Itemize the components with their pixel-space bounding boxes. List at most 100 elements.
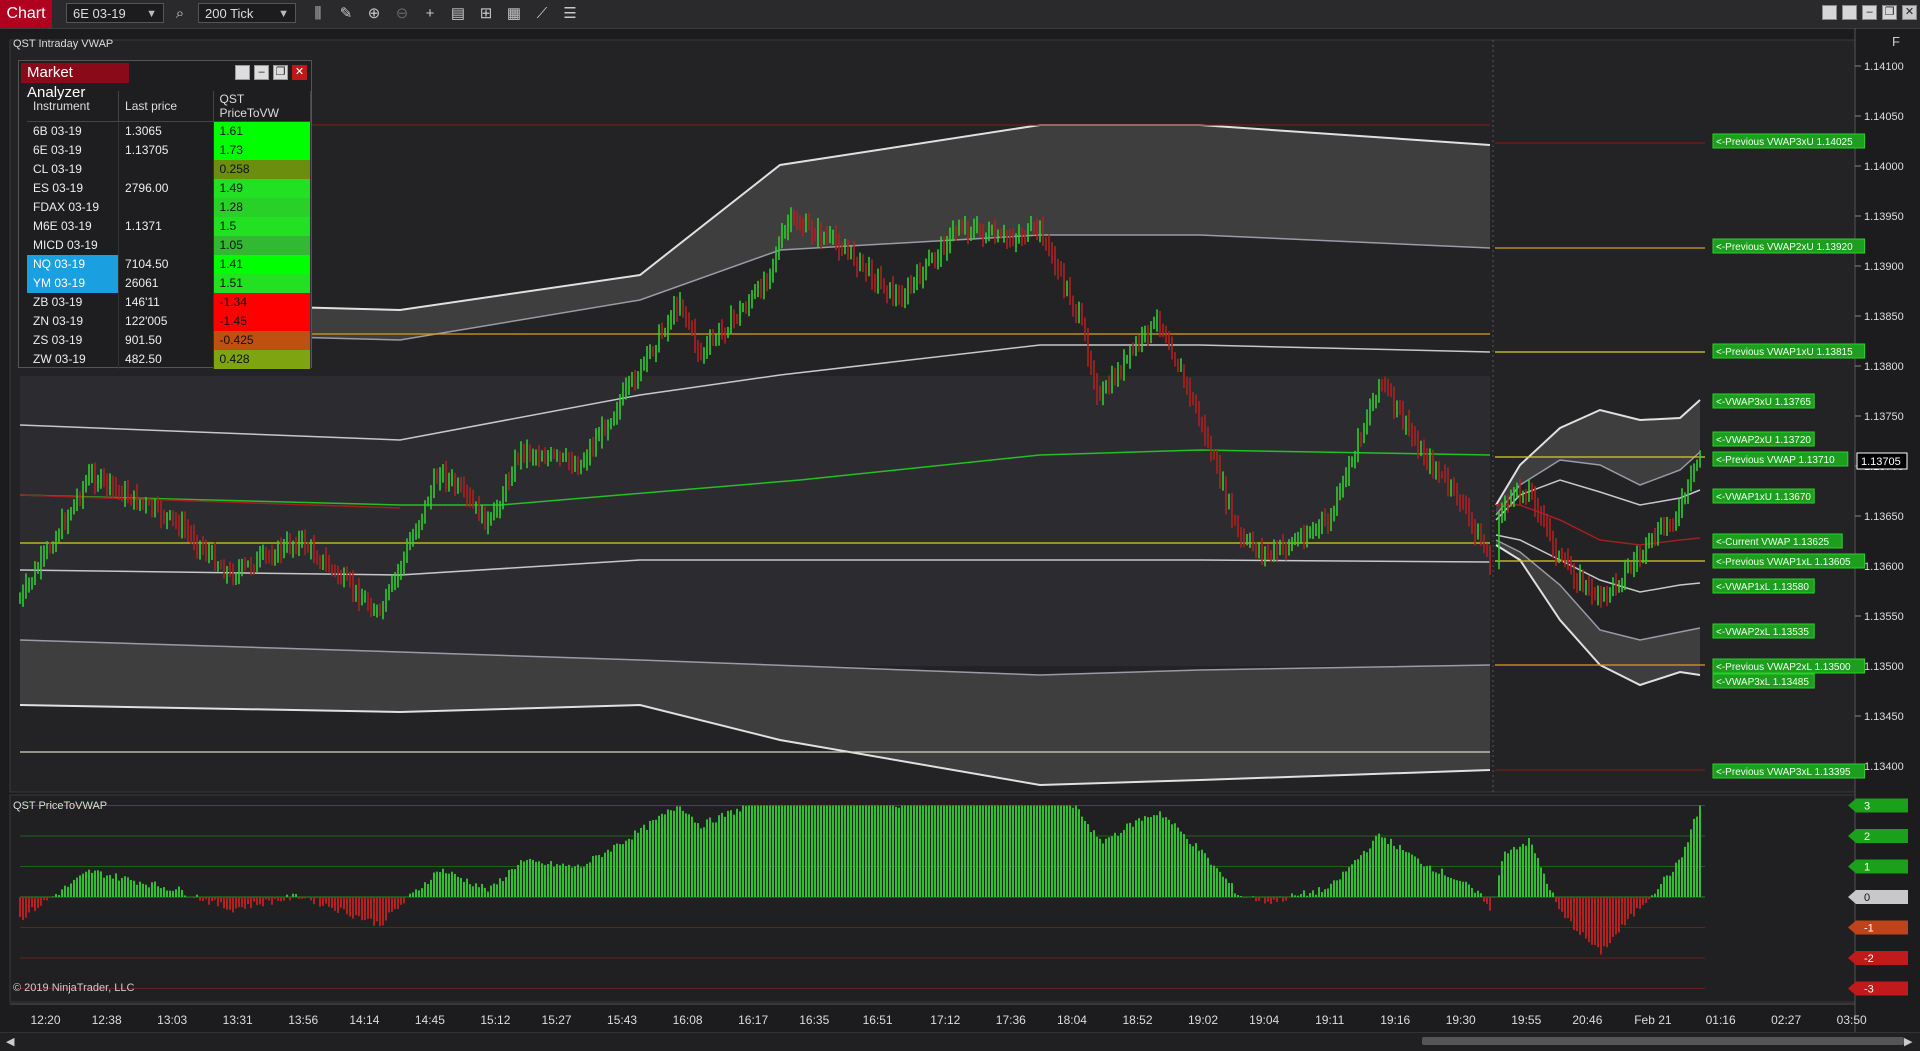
- level-tag-label: <-VWAP2xL 1.13535: [1716, 627, 1809, 638]
- market-analyzer-table: Instrument Last price QST PriceToVW 6B 0…: [27, 91, 312, 369]
- restore-button[interactable]: ❐: [1882, 5, 1897, 20]
- pricetovwap-cell: 1.51: [213, 273, 312, 293]
- properties-icon[interactable]: ▤: [448, 4, 468, 24]
- price-axis-label: 1.13800: [1864, 361, 1904, 373]
- horizontal-scrollbar[interactable]: ◀ ▶: [0, 1032, 1920, 1051]
- table-row[interactable]: ZW 03-19 482.50 0.428: [27, 349, 312, 369]
- table-row[interactable]: 6B 03-19 1.3065 1.61: [27, 121, 312, 141]
- minimize-button[interactable]: –: [1862, 5, 1877, 20]
- time-axis-label: 19:04: [1249, 1013, 1280, 1027]
- time-axis-label: 02:27: [1771, 1013, 1802, 1027]
- price-axis-label: 1.13400: [1864, 761, 1904, 773]
- osc-axis-label: -1: [1864, 923, 1874, 935]
- last-price-cell: 901.50: [118, 330, 214, 350]
- instrument-cell: ZW 03-19: [27, 349, 120, 369]
- instrument-cell: MICD 03-19: [27, 235, 120, 255]
- chevron-down-icon: ▼: [278, 8, 289, 20]
- templates-icon[interactable]: ⊞: [476, 4, 496, 24]
- time-axis-label: 19:11: [1315, 1013, 1345, 1027]
- time-axis-label: 15:12: [480, 1013, 511, 1027]
- osc-axis-tag: [1848, 829, 1908, 843]
- time-axis-label: 13:56: [288, 1013, 319, 1027]
- time-axis-label: Feb 21: [1634, 1013, 1672, 1027]
- scroll-left-icon[interactable]: ◀: [6, 1035, 14, 1048]
- instrument-cell: ES 03-19: [27, 178, 120, 198]
- price-axis-label: 1.13600: [1864, 561, 1904, 573]
- column-header-pricetovwap[interactable]: QST PriceToVW: [213, 91, 312, 122]
- tile-icon[interactable]: [1822, 5, 1837, 20]
- instrument-cell: FDAX 03-19: [27, 197, 120, 217]
- table-row[interactable]: ES 03-19 2796.00 1.49: [27, 178, 312, 198]
- price-axis-label: 1.13550: [1864, 611, 1904, 623]
- indicators-icon[interactable]: ▦: [504, 4, 524, 24]
- time-axis-label: 12:38: [91, 1013, 122, 1027]
- column-header-last-price[interactable]: Last price: [118, 91, 214, 122]
- table-row[interactable]: ZS 03-19 901.50 -0.425: [27, 330, 312, 350]
- last-price-cell: 2796.00: [118, 178, 214, 198]
- level-tag-label: <-Previous VWAP1xU 1.13815: [1716, 347, 1853, 358]
- pricetovwap-cell: 0.258: [213, 159, 312, 179]
- table-row[interactable]: M6E 03-19 1.1371 1.5: [27, 216, 312, 236]
- table-row[interactable]: YM 03-19 26061 1.51: [27, 273, 312, 293]
- tile-icon[interactable]: [235, 65, 250, 80]
- interval-value: 200 Tick: [205, 6, 254, 21]
- zoom-in-icon[interactable]: ⊕: [364, 4, 384, 24]
- instrument-cell: M6E 03-19: [27, 216, 120, 236]
- restore-button[interactable]: ❐: [273, 65, 288, 80]
- table-row[interactable]: ZB 03-19 146'11 -1.34: [27, 292, 312, 312]
- last-price-cell: 146'11: [118, 292, 214, 312]
- scroll-thumb[interactable]: [1422, 1037, 1904, 1045]
- level-tag-label: <-Previous VWAP1xL 1.13605: [1716, 557, 1851, 568]
- list-icon[interactable]: ☰: [560, 4, 580, 24]
- crosshair-icon[interactable]: +: [420, 4, 440, 24]
- osc-axis-tag: [1848, 920, 1908, 935]
- last-price-cell: 1.13705: [118, 140, 214, 160]
- pricetovwap-cell: -0.425: [213, 330, 312, 350]
- instrument-select[interactable]: 6E 03-19 ▼: [66, 3, 164, 23]
- scroll-right-icon[interactable]: ▶: [1904, 1035, 1912, 1048]
- last-price-cell: [118, 235, 214, 255]
- column-header-instrument[interactable]: Instrument: [27, 91, 120, 122]
- market-analyzer-title[interactable]: Market Analyzer: [21, 63, 129, 101]
- osc-axis-label: 3: [1864, 801, 1870, 813]
- tile2-icon[interactable]: [1842, 5, 1857, 20]
- time-axis-label: 14:14: [349, 1013, 380, 1027]
- strategies-icon[interactable]: ⟋: [532, 4, 552, 24]
- table-row[interactable]: FDAX 03-19 1.28: [27, 197, 312, 217]
- close-button[interactable]: ✕: [292, 65, 307, 80]
- time-axis-label: 19:55: [1511, 1013, 1542, 1027]
- minimize-button[interactable]: –: [254, 65, 269, 80]
- pricetovwap-cell: 1.61: [213, 121, 312, 141]
- osc-axis-label: -2: [1864, 953, 1874, 965]
- table-row[interactable]: CL 03-19 0.258: [27, 159, 312, 179]
- level-tag-label: <-VWAP3xL 1.13485: [1716, 677, 1809, 688]
- price-axis-label: 1.14050: [1864, 111, 1904, 123]
- chart-tab[interactable]: Chart: [0, 0, 52, 28]
- time-axis-label: 16:08: [672, 1013, 703, 1027]
- time-axis-label: 03:50: [1836, 1013, 1867, 1027]
- interval-select[interactable]: 200 Tick ▼: [198, 3, 296, 23]
- osc-axis-label: 1: [1864, 862, 1870, 874]
- last-price-cell: 26061: [118, 273, 214, 293]
- last-price-cell: 1.3065: [118, 121, 214, 141]
- bar-type-icon[interactable]: ⫼: [308, 4, 328, 24]
- price-axis-label: 1.14000: [1864, 161, 1904, 173]
- table-row[interactable]: NQ 03-19 7104.50 1.41: [27, 254, 312, 274]
- f-button[interactable]: F: [1892, 34, 1900, 49]
- pricetovwap-cell: 1.05: [213, 235, 312, 255]
- table-row[interactable]: ZN 03-19 122'005 -1.45: [27, 311, 312, 331]
- pencil-icon[interactable]: ✎: [336, 4, 356, 24]
- table-row[interactable]: 6E 03-19 1.13705 1.73: [27, 140, 312, 160]
- market-analyzer-window[interactable]: Market Analyzer – ❐ ✕ Instrument Last pr…: [18, 60, 312, 369]
- zoom-out-icon[interactable]: ⊖: [392, 4, 412, 24]
- level-tag-label: <-VWAP1xU 1.13670: [1716, 492, 1811, 503]
- pricetovwap-cell: 0.428: [213, 349, 312, 369]
- close-button[interactable]: ✕: [1902, 5, 1917, 20]
- osc-axis-label: 2: [1864, 831, 1870, 843]
- time-axis-label: 01:16: [1705, 1013, 1736, 1027]
- time-axis-label: 19:30: [1445, 1013, 1476, 1027]
- search-icon[interactable]: ⌕: [170, 4, 190, 24]
- level-tag-label: <-VWAP3xU 1.13765: [1716, 397, 1811, 408]
- session-band-inner: [20, 376, 1490, 666]
- table-row[interactable]: MICD 03-19 1.05: [27, 235, 312, 255]
